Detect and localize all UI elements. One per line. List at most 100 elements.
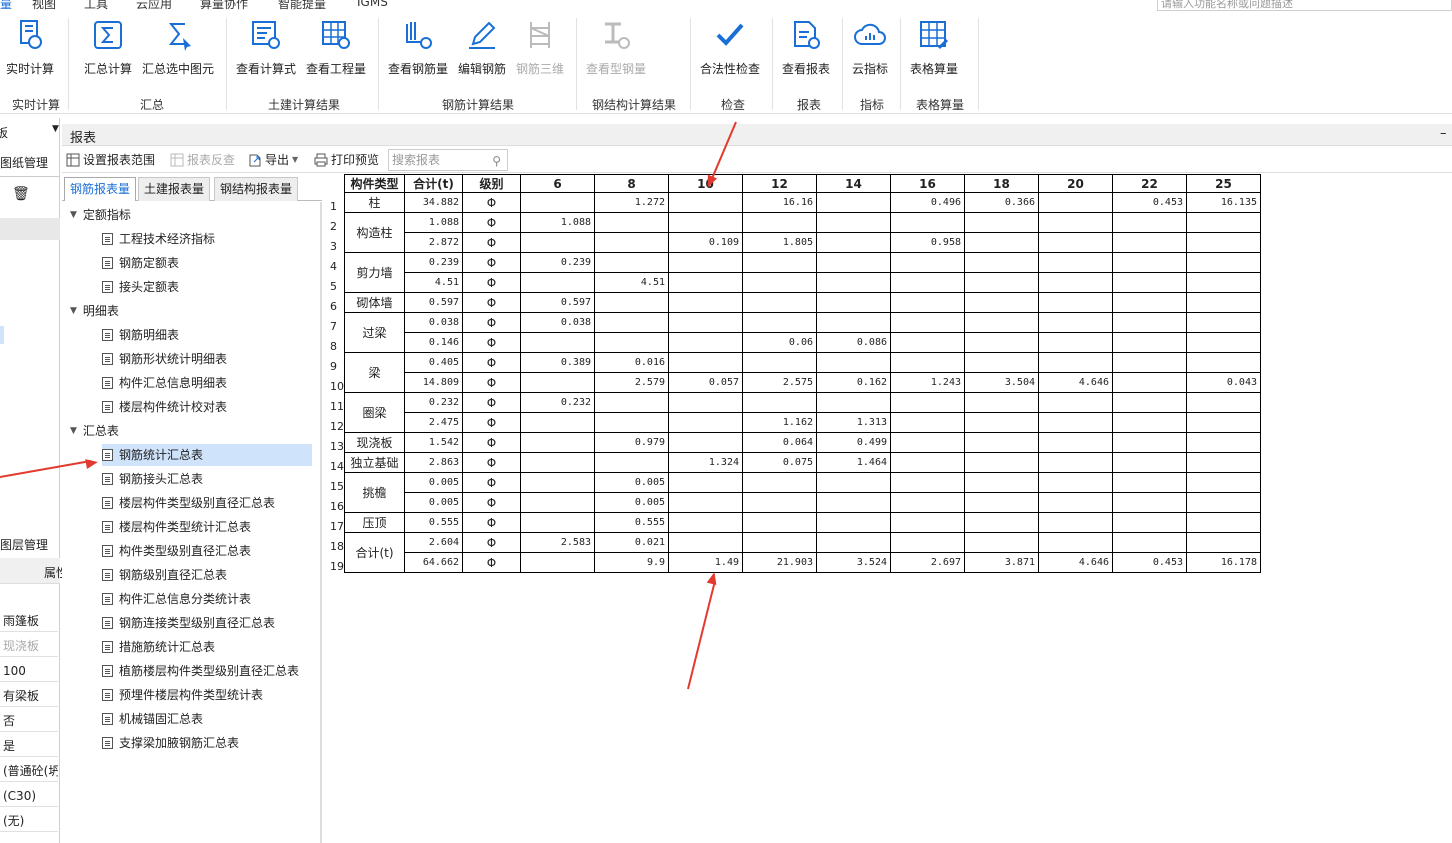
tree-item[interactable]: 预埋件楼层构件类型统计表 — [102, 684, 263, 706]
diameter-value-cell: 0.979 — [594, 432, 669, 453]
diameter-value-cell — [890, 512, 965, 533]
layer-mgmt-tab[interactable]: 图层管理 — [0, 536, 48, 553]
set-report-range-button[interactable]: 设置报表范围 — [66, 151, 155, 168]
menu-item-view[interactable]: 视图 — [32, 0, 56, 12]
prop-value-8[interactable]: (无) — [0, 810, 58, 832]
view-formula-button[interactable]: 查看计算式 — [236, 18, 296, 77]
prop-value-7[interactable]: (C30) — [0, 785, 58, 807]
view-steel-button[interactable]: 查看型钢量 — [586, 18, 646, 77]
sum-calc-button[interactable]: 汇总计算 — [84, 18, 132, 77]
prop-value-1[interactable]: 现浇板 — [0, 635, 58, 657]
diameter-value-cell: 0.021 — [594, 532, 669, 553]
diameter-value-cell: 0.499 — [816, 432, 891, 453]
diameter-value-cell — [890, 492, 965, 513]
menu-item-cloud[interactable]: 云应用 — [136, 0, 172, 12]
expand-arrow-icon[interactable]: ▼ — [70, 204, 77, 226]
tree-item[interactable]: 构件类型级别直径汇总表 — [102, 540, 251, 562]
tree-item[interactable]: 钢筋定额表 — [102, 252, 179, 274]
tab-rebar-report[interactable]: 钢筋报表量 — [64, 177, 137, 201]
cloud-index-button[interactable]: 云指标 — [852, 18, 888, 77]
tree-category[interactable]: ▼ 定额指标 — [70, 204, 131, 226]
diameter-value-cell — [668, 252, 743, 273]
diameter-value-cell — [520, 432, 595, 453]
tree-category[interactable]: ▼ 汇总表 — [70, 420, 119, 442]
realtime-calc-icon — [20, 20, 42, 49]
table-row: 1 柱 34.882 Φ 1.272 16.16 0.496 0.366 0.453 16.135 — [326, 192, 1261, 213]
view-quantity-button[interactable]: 查看工程量 — [306, 18, 366, 77]
minimize-icon[interactable]: – — [1440, 126, 1447, 141]
diameter-value-cell — [668, 472, 743, 493]
tree-category[interactable]: ▼ 明细表 — [70, 300, 119, 322]
prop-value-4[interactable]: 否 — [0, 710, 58, 732]
tree-item[interactable]: 工程技术经济指标 — [102, 228, 215, 250]
diameter-value-cell — [890, 292, 965, 313]
menu-item-igms[interactable]: IGMS — [357, 0, 388, 9]
tree-item[interactable]: 机械锚固汇总表 — [102, 708, 203, 730]
expand-arrow-icon[interactable]: ▼ — [70, 300, 77, 322]
chevron-down-icon[interactable]: ▼ — [52, 124, 59, 134]
tree-item[interactable]: 构件汇总信息分类统计表 — [102, 588, 251, 610]
report-reverse-label: 报表反查 — [187, 153, 236, 167]
table-calc-button[interactable]: 表格算量 — [910, 18, 958, 77]
tree-item[interactable]: 钢筋连接类型级别直径汇总表 — [102, 612, 275, 634]
tab-steel-report[interactable]: 钢结构报表量 — [214, 177, 299, 201]
cloud-index-label: 云指标 — [852, 62, 889, 76]
legality-check-button[interactable]: 合法性检查 — [700, 18, 760, 77]
prop-value-0[interactable]: 雨篷板 — [0, 610, 58, 632]
diameter-value-cell — [964, 512, 1039, 533]
prop-value-5[interactable]: 是 — [0, 735, 58, 757]
tree-item[interactable]: 钢筋形状统计明细表 — [102, 348, 227, 370]
rebar-3d-button[interactable]: 钢筋三维 — [516, 18, 564, 77]
menu-item-tools[interactable]: 工具 — [84, 0, 108, 12]
column-header: 25 — [1186, 174, 1261, 193]
view-quantity-label: 查看工程量 — [306, 62, 367, 76]
report-search-input[interactable]: 搜索报表 ⚲ — [388, 149, 508, 171]
menu-item-collab[interactable]: 算量协作 — [200, 0, 248, 12]
function-search-input[interactable]: 请输入功能名称或问题描述 — [1157, 0, 1452, 11]
print-preview-button[interactable]: 打印预览 — [314, 151, 379, 168]
drawing-mgmt-tab[interactable]: 图纸管理 — [0, 154, 48, 171]
tree-item[interactable]: 措施筋统计汇总表 — [102, 636, 215, 658]
realtime-calc-button[interactable]: 实时计算 — [6, 18, 54, 77]
report-doc-icon — [102, 449, 113, 461]
menu-item-smart[interactable]: 智能提量 — [278, 0, 326, 12]
tree-item[interactable]: 支撑梁加腋钢筋汇总表 — [102, 732, 239, 754]
tree-item[interactable]: 楼层构件统计校对表 — [102, 396, 227, 418]
tree-item[interactable]: 植筋楼层构件类型级别直径汇总表 — [102, 660, 299, 682]
tree-item[interactable]: 接头定额表 — [102, 276, 179, 298]
diameter-value-cell — [1038, 352, 1113, 373]
menu-item-0[interactable]: 量 — [0, 0, 12, 12]
view-report-button[interactable]: 查看报表 — [782, 18, 830, 77]
tree-item[interactable]: 构件汇总信息明细表 — [102, 372, 227, 394]
menu-bar: 量 视图 工具 云应用 算量协作 智能提量 IGMS 请输入功能名称或问题描述 — [0, 0, 1452, 14]
diameter-value-cell — [668, 512, 743, 533]
diameter-value-cell — [1186, 272, 1261, 293]
tree-item[interactable]: 楼层构件类型级别直径汇总表 — [102, 492, 275, 514]
report-reverse-button[interactable]: 报表反查 — [170, 151, 235, 168]
prop-value-2[interactable]: 100 — [0, 660, 58, 682]
expand-arrow-icon[interactable]: ▼ — [70, 420, 77, 442]
diameter-value-cell — [520, 332, 595, 353]
tab-civil-report[interactable]: 土建报表量 — [138, 177, 211, 201]
table-row: 5 4.51 Φ 4.51 — [326, 272, 1261, 293]
export-button[interactable]: 导出 ▼ — [248, 151, 298, 168]
diameter-value-cell — [890, 392, 965, 413]
tree-item[interactable]: 钢筋级别直径汇总表 — [102, 564, 227, 586]
diameter-value-cell — [520, 552, 595, 573]
diameter-value-cell — [964, 212, 1039, 233]
edit-rebar-button[interactable]: 编辑钢筋 — [458, 18, 506, 77]
total-cell: 0.005 — [404, 472, 463, 493]
prop-value-6[interactable]: (普通砼(坍 — [0, 760, 58, 782]
tree-item[interactable]: 楼层构件类型统计汇总表 — [102, 516, 251, 538]
tree-item[interactable]: 钢筋明细表 — [102, 324, 179, 346]
delete-icon[interactable]: 🗑 — [12, 186, 30, 202]
diameter-value-cell — [520, 452, 595, 473]
sum-selected-button[interactable]: 汇总选中图元 — [142, 18, 214, 77]
diameter-value-cell — [816, 492, 891, 513]
view-rebar-button[interactable]: 查看钢筋量 — [388, 18, 448, 77]
prop-value-3[interactable]: 有梁板 — [0, 685, 58, 707]
diameter-value-cell — [1038, 252, 1113, 273]
tree-item[interactable]: 钢筋接头汇总表 — [102, 468, 203, 490]
tree-item[interactable]: 钢筋统计汇总表 — [102, 444, 312, 466]
diameter-value-cell — [1038, 412, 1113, 433]
